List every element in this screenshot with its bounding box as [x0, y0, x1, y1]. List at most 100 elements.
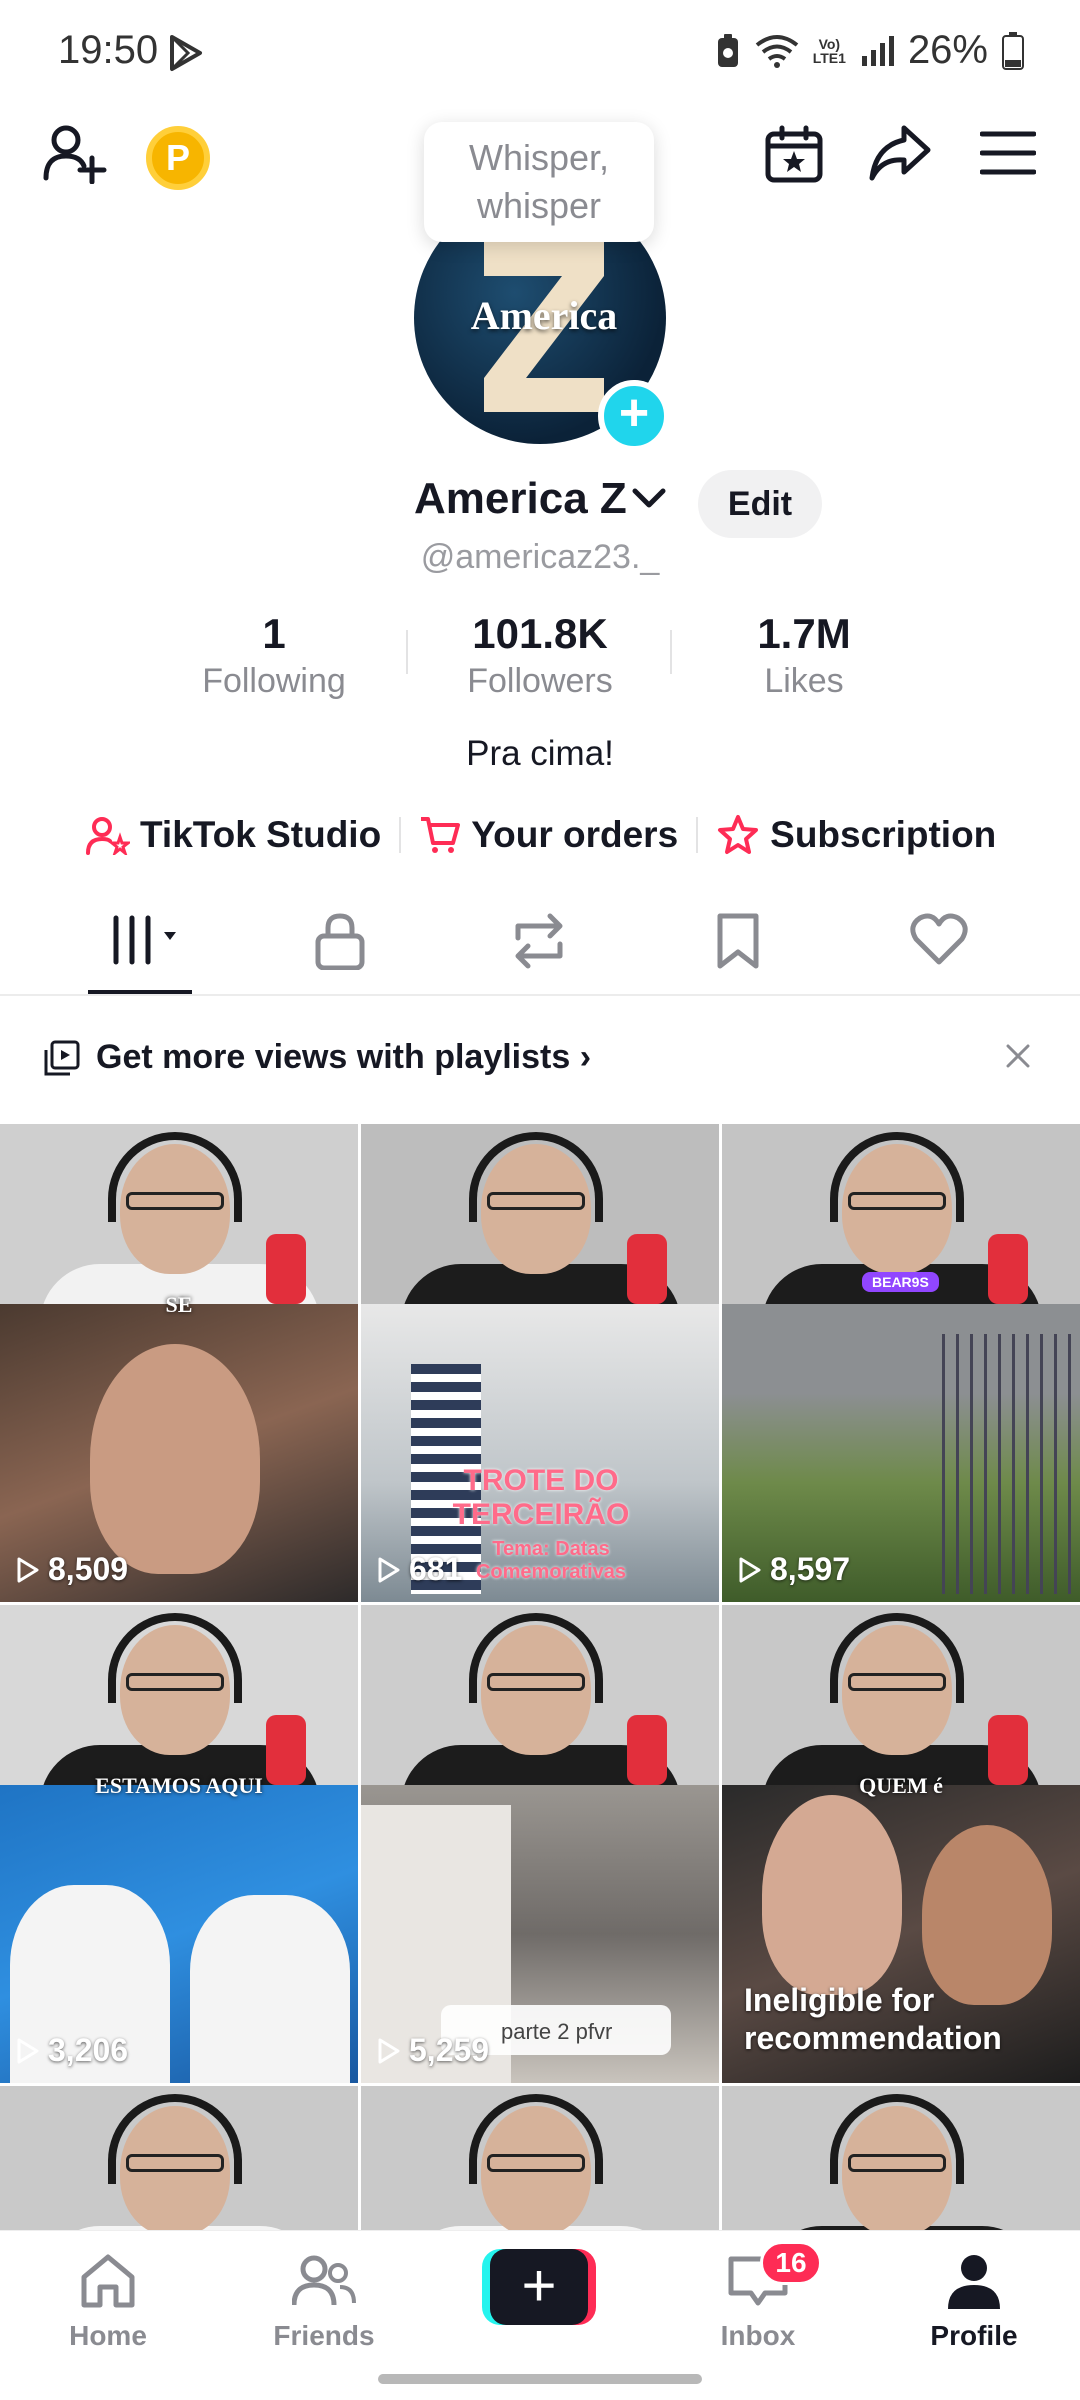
bio-text: Pra cima!: [466, 734, 614, 773]
home-gesture-bar[interactable]: [378, 2374, 702, 2384]
likes-count: 1.7M: [757, 610, 851, 657]
videos-grid-tab-icon[interactable]: [110, 912, 190, 968]
ineligible-status: Ineligible for recommendation: [744, 1981, 1002, 2057]
add-story-button[interactable]: +: [598, 380, 670, 452]
play-icon: [17, 2038, 39, 2063]
likes-stat[interactable]: 1.7M Likes: [674, 610, 934, 701]
lte-label: LTE1: [812, 49, 846, 66]
status-time: 19:50: [58, 28, 159, 72]
view-count: 8,597: [738, 1551, 850, 1588]
view-count: 681: [377, 1551, 462, 1588]
video-thumbnail[interactable]: BEAR9S 8,597: [722, 1124, 1080, 1602]
friends-icon: [291, 2255, 356, 2306]
video-caption: QUEM é: [859, 1773, 943, 1798]
creator-star-icon: [86, 817, 130, 855]
menu-icon[interactable]: [980, 130, 1036, 176]
cart-icon: [421, 817, 461, 853]
view-count-value: 8,509: [48, 1551, 129, 1587]
subscription-star-icon: [718, 815, 759, 854]
following-stat[interactable]: 1 Following: [144, 610, 404, 701]
inbox-badge: 16: [760, 2241, 822, 2285]
view-count-value: 5,259: [409, 2032, 490, 2068]
video-caption: ESTAMOS AQUI: [95, 1773, 263, 1798]
streamer-frame: [722, 2086, 1080, 2236]
playlist-banner[interactable]: Get more views with playlists ›: [0, 998, 1080, 1122]
nav-profile[interactable]: Profile: [904, 2253, 1044, 2352]
chevron-down-icon[interactable]: [632, 488, 666, 510]
link-divider: [399, 817, 402, 853]
video-thumbnail[interactable]: parte 2 pfvr 5,259: [361, 1605, 719, 2083]
video-caption: SE: [165, 1292, 193, 1317]
play-icon: [378, 2038, 400, 2063]
overlay-line-2: TERCEIRÃO: [452, 1498, 630, 1531]
battery-icon: [1002, 31, 1024, 70]
ineligible-line-2: recommendation: [744, 2020, 1002, 2056]
nav-home-label: Home: [69, 2320, 147, 2351]
playlist-banner-label: Get more views with playlists: [96, 1038, 571, 1076]
whisper-tooltip: Whisper, whisper: [424, 122, 654, 242]
whisper-line-1: Whisper,: [468, 137, 610, 178]
your-orders-link[interactable]: Your orders: [419, 814, 678, 856]
nav-friends[interactable]: Friends: [254, 2253, 394, 2352]
following-label: Following: [202, 662, 346, 700]
share-icon[interactable]: [868, 124, 932, 182]
coins-icon[interactable]: P: [146, 126, 210, 190]
streamer-frame: BEAR9S: [722, 1124, 1080, 1324]
close-icon[interactable]: [1004, 1042, 1032, 1070]
battery-percent: 26%: [907, 28, 988, 72]
your-orders-label: Your orders: [471, 814, 679, 855]
view-count-value: 8,597: [770, 1551, 851, 1587]
channel-badge: BEAR9S: [862, 1272, 939, 1292]
wifi-icon: [755, 34, 798, 68]
video-thumbnail[interactable]: [0, 2086, 358, 2236]
stat-divider: [670, 630, 672, 674]
video-overlay-title: TROTE DO TERCEIRÃO: [421, 1464, 661, 1532]
video-thumbnail[interactable]: ESTAMOS AQUI 3,206: [0, 1605, 358, 2083]
ineligible-line-1: Ineligible for: [744, 1982, 935, 2018]
streamer-frame: [361, 1605, 719, 1805]
video-thumbnail[interactable]: [361, 2086, 719, 2236]
video-thumbnail[interactable]: QUEM é Ineligible for recommendation: [722, 1605, 1080, 2083]
video-thumbnail[interactable]: [722, 2086, 1080, 2236]
view-count-value: 681: [409, 1551, 463, 1587]
nav-profile-label: Profile: [930, 2320, 1018, 2351]
play-store-icon: [170, 35, 202, 71]
tiktok-studio-link[interactable]: TikTok Studio: [86, 814, 381, 856]
status-indicators: Vo) LTE1 26%: [715, 28, 1024, 73]
create-button[interactable]: +: [482, 2249, 596, 2325]
avatar-logo-text: America: [470, 293, 618, 338]
likes-label: Likes: [764, 662, 844, 700]
play-icon: [378, 1557, 400, 1582]
nav-home[interactable]: Home: [38, 2253, 178, 2352]
followers-stat[interactable]: 101.8K Followers: [410, 610, 670, 701]
bookmark-tab-icon[interactable]: [716, 912, 760, 970]
following-count: 1: [262, 610, 286, 657]
calendar-star-icon[interactable]: [764, 124, 824, 184]
repost-tab-icon[interactable]: [508, 912, 570, 970]
link-divider: [696, 817, 699, 853]
video-thumbnail[interactable]: TROTE DO TERCEIRÃO Tema: Datas Comemorat…: [361, 1124, 719, 1602]
add-friend-icon[interactable]: [42, 122, 108, 184]
streamer-frame: [0, 1124, 358, 1324]
whisper-line-2: whisper: [476, 185, 602, 226]
edit-profile-button[interactable]: Edit: [698, 470, 822, 538]
video-overlay-subtitle: Tema: Datas Comemorativas: [441, 1538, 661, 1584]
profile-name-row: America Z Edit: [0, 470, 1080, 540]
view-count: 5,259: [377, 2032, 489, 2069]
followers-count: 101.8K: [472, 610, 608, 657]
plus-icon: +: [490, 2249, 588, 2325]
signal-icon: [861, 35, 894, 66]
overlay-line-1: TROTE DO: [463, 1464, 619, 1497]
display-name[interactable]: America Z: [414, 474, 627, 524]
status-bar: 19:50 Vo) LTE1 26%: [0, 0, 1080, 108]
play-icon: [739, 1557, 761, 1582]
view-count: 8,509: [16, 1551, 128, 1588]
lock-tab-icon[interactable]: [314, 912, 366, 970]
subscription-link[interactable]: Subscription: [716, 814, 996, 856]
streamer-frame: [722, 1605, 1080, 1805]
liked-tab-icon[interactable]: [910, 912, 968, 966]
playlist-banner-text[interactable]: Get more views with playlists ›: [96, 1038, 591, 1077]
streamer-frame: [361, 2086, 719, 2236]
video-thumbnail[interactable]: SE 8,509: [0, 1124, 358, 1602]
tiktok-studio-label: TikTok Studio: [140, 814, 382, 855]
